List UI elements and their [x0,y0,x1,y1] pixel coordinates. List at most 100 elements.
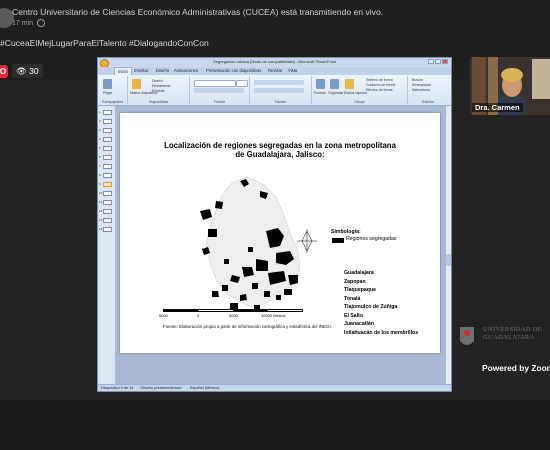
slide-title: Localización de regiones segregadas en l… [120,141,440,159]
group-editing: Buscar Reemplazar Seleccionar Edición [408,76,448,104]
municipality-list: Guadalajara Zapopan Tlaquepaque Tonalá T… [344,269,418,337]
slide-thumbnail[interactable] [103,128,112,133]
ribbon-tabs: Inicio Insertar Diseño Animaciones Prese… [98,67,451,75]
close-button[interactable] [442,59,448,64]
slide-thumbnail[interactable] [103,227,112,232]
slide-thumbnail-number: 10 [99,191,103,195]
municipality-item: Tlaquepaque [344,287,376,293]
slide-thumbnail[interactable] [103,200,112,205]
slide-title-line1: Localización de regiones segregadas en l… [164,141,396,150]
slide-title-line2: de Guadalajara, Jalisco: [235,150,325,159]
slide-thumbnails-pane[interactable]: 1 2 3 4 5 6 7 8 9 10 11 12 13 14 [98,106,116,384]
find-button[interactable]: Buscar [412,78,423,82]
font-format-buttons[interactable] [194,88,244,93]
map-scale-bar: 5000 0 5000 10000 Metros [159,309,303,321]
tab-vista[interactable]: Vista [288,67,297,75]
municipality-item: Tonalá [344,295,361,302]
shapes-label: Formas [314,91,326,95]
slide-thumbnail[interactable] [103,119,112,124]
scale-label: 5000 [159,313,168,318]
group-drawing: Formas Organizar Estilos rápidos Relleno… [312,76,408,104]
align-buttons[interactable] [254,88,304,93]
status-bar: Diapositiva 9 de 14 "Diseño predetermina… [98,384,451,391]
shape-fill-button[interactable]: Relleno de forma [366,78,393,82]
slide-thumbnail[interactable] [103,146,112,151]
paste-label: Pegar [103,91,113,95]
tab-insertar[interactable]: Insertar [134,67,148,75]
slide-thumbnail-number: 13 [99,218,103,222]
slide-thumbnail-number: 8 [99,173,101,177]
slide-thumbnail-number: 2 [99,119,101,123]
tab-presentacion[interactable]: Presentación con diapositivas [206,67,261,75]
replace-button[interactable]: Reemplazar [412,83,431,87]
tab-animaciones[interactable]: Animaciones [174,67,198,75]
shape-outline-button[interactable]: Contorno de forma [366,83,395,87]
quick-styles-label: Estilos rápidos [344,91,367,95]
font-size-field[interactable] [236,80,248,87]
legend-label: Regiones segregadas [346,236,397,242]
scrollbar-thumb[interactable] [446,254,451,266]
arrange-label: Organizar [328,91,344,95]
font-name-field[interactable] [194,80,236,87]
delete-button[interactable]: Eliminar [152,89,165,93]
ribbon: Pegar Portapapeles Nueva diapositiva Dis… [98,75,451,106]
post-hashtags[interactable]: #CuceaElMejLugarParaElTalento #Dialogand… [0,38,209,48]
scale-label: 5000 [229,313,238,318]
slide-thumbnail[interactable] [103,110,112,115]
live-badge: O [0,65,8,78]
shape-effects-button[interactable]: Efectos de forma [366,88,392,92]
group-paragraph: Párrafo [250,76,312,104]
theme-name: "Diseño predeterminado" [140,386,183,390]
participant-video[interactable]: Dra. Carmen [470,57,550,115]
shapes-icon[interactable] [316,79,325,89]
group-label: Fuente [213,100,226,104]
eye-icon: 👁︎ [16,66,27,76]
group-label: Párrafo [274,100,287,104]
slide-canvas: Localización de regiones segregadas en l… [115,106,445,384]
university-name: UNIVERSIDAD DE GUADALAJARA [483,326,542,341]
municipality-item: Guadalajara [344,270,374,276]
select-button[interactable]: Seleccionar [412,88,430,92]
slide-thumbnail[interactable] [103,182,112,187]
group-label: Edición [422,100,434,104]
maximize-button[interactable] [435,59,441,64]
scale-label: 10000 Metros [261,313,286,318]
window-title: Segregación urbana [Modo de compatibilid… [213,59,336,64]
slide-thumbnail[interactable] [103,155,112,160]
vertical-scrollbar[interactable] [445,106,451,384]
municipality-item: Juanacatlán [344,321,374,327]
slide-thumbnail[interactable] [103,137,112,142]
post-time[interactable]: 17 min [12,20,33,27]
slide-thumbnail-number: 5 [99,146,101,150]
legend-swatch [332,238,344,243]
slide-thumbnail[interactable] [103,218,112,223]
slide[interactable]: Localización de regiones segregadas en l… [120,113,440,353]
quick-styles-icon[interactable] [345,79,354,89]
window-title-bar: Segregación urbana [Modo de compatibilid… [98,58,451,66]
tab-diseno[interactable]: Diseño [156,67,169,75]
slide-thumbnail[interactable] [103,209,112,214]
minimize-button[interactable] [428,59,434,64]
layout-button[interactable]: Diseño [152,79,163,83]
language-indicator[interactable]: Español (México) [190,385,219,391]
reset-button[interactable]: Restablecer [152,84,171,88]
list-buttons[interactable] [254,80,304,85]
post-title: Centro Universitario de Ciencias Económi… [12,7,384,17]
slide-thumbnail[interactable] [103,191,112,196]
new-slide-icon[interactable] [132,79,141,89]
scale-label: 0 [197,313,200,318]
slide-thumbnail[interactable] [103,164,112,169]
arrange-icon[interactable] [330,79,339,89]
north-arrow [297,229,317,253]
municipality-item: Tlajomulco de Zúñiga [344,304,398,310]
paste-icon[interactable] [103,79,112,89]
viewer-count: 👁︎ 30 [12,64,43,78]
tab-inicio[interactable]: Inicio [114,67,132,75]
slide-thumbnail[interactable] [103,173,112,178]
slide-thumbnail-number: 9 [99,182,101,186]
video-footer [0,400,550,450]
slide-thumbnail-number: 7 [99,164,101,168]
globe-icon [37,19,45,27]
group-clipboard: Pegar Portapapeles [98,76,128,104]
tab-revisar[interactable]: Revisar [268,67,282,75]
